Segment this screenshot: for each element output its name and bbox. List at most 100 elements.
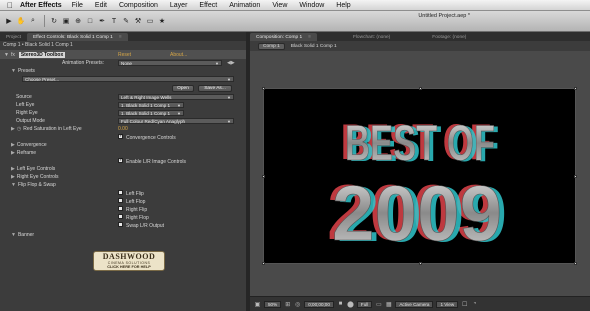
tab-effect-controls-label: Effect Controls: Black Solid 1 Comp 1 bbox=[32, 34, 113, 40]
swap-lr-checkbox[interactable] bbox=[118, 221, 123, 227]
resolution-dropdown[interactable]: Full bbox=[356, 300, 373, 308]
right-eye-controls-row[interactable]: ▶ Right Eye Controls bbox=[0, 173, 246, 181]
type-tool-icon[interactable]: T bbox=[109, 16, 119, 26]
fast-previews-icon[interactable]: ◔ bbox=[471, 301, 478, 308]
transform-handle[interactable] bbox=[262, 87, 265, 90]
comp-button[interactable]: Comp 1 bbox=[258, 42, 285, 50]
tab-footage[interactable]: Footage: (none) bbox=[426, 33, 472, 41]
transform-handle[interactable] bbox=[262, 262, 265, 265]
animation-presets-dropdown[interactable]: None ▼ bbox=[118, 60, 222, 66]
eraser-tool-icon[interactable]: ▭ bbox=[145, 16, 155, 26]
choose-preset-dropdown[interactable]: Choose Preset... ▼ bbox=[22, 76, 234, 82]
dashwood-logo-button[interactable]: DASHWOOD CINEMA SOLUTIONS CLICK HERE FOR… bbox=[93, 251, 165, 271]
zoom-tool-icon[interactable]: ⌕ bbox=[28, 16, 38, 26]
right-flop-checkbox[interactable] bbox=[118, 213, 123, 219]
transform-handle[interactable] bbox=[262, 175, 265, 178]
camera-icon[interactable]: ■ bbox=[337, 301, 344, 308]
output-mode-dropdown[interactable]: Full Colour Red/Cyan Anaglyph ▼ bbox=[118, 118, 234, 124]
composition-viewer[interactable]: BEST OF BEST OF BEST OF 2009 2009 2009 bbox=[262, 87, 577, 265]
transparency-grid-icon[interactable]: ▦ bbox=[385, 301, 392, 308]
convergence-group-row[interactable]: ▶ Convergence bbox=[0, 141, 246, 149]
snapshot-icon[interactable]: ◎ bbox=[294, 301, 301, 308]
rotate-tool-icon[interactable]: ↻ bbox=[49, 16, 59, 26]
close-icon[interactable]: ≡ bbox=[119, 35, 122, 40]
right-eye-dropdown[interactable]: 1. Black Solid 1 Comp 1 ▼ bbox=[118, 110, 184, 116]
pan-behind-tool-icon[interactable]: ⊕ bbox=[73, 16, 83, 26]
chevron-right-icon[interactable]: ▶ bbox=[11, 166, 15, 172]
menu-app-name[interactable]: After Effects bbox=[20, 2, 62, 9]
right-flip-label: Right Flip bbox=[126, 206, 148, 213]
chevron-right-icon[interactable]: ▶ bbox=[11, 142, 15, 148]
channel-icon[interactable]: ⬤ bbox=[347, 301, 354, 308]
always-preview-icon[interactable]: ▣ bbox=[254, 301, 261, 308]
menu-animation[interactable]: Animation bbox=[229, 2, 260, 9]
clone-stamp-tool-icon[interactable]: ⚒ bbox=[133, 16, 143, 26]
menu-help[interactable]: Help bbox=[336, 2, 350, 9]
timecode[interactable]: 0;00;00;00 bbox=[304, 300, 334, 308]
brush-tool-icon[interactable]: ✎ bbox=[121, 16, 131, 26]
preset-nav-icon[interactable]: ◀▶ bbox=[227, 60, 235, 66]
menu-file[interactable]: File bbox=[72, 2, 83, 9]
left-eye-dropdown[interactable]: 1. Black Solid 1 Comp 1 ▼ bbox=[118, 102, 184, 108]
enable-lr-label: Enable L/R Image Controls bbox=[126, 158, 187, 165]
rectangle-tool-icon[interactable]: □ bbox=[85, 16, 95, 26]
zoom-dropdown[interactable]: 50% bbox=[264, 300, 282, 308]
camera-dropdown[interactable]: Active Camera bbox=[395, 300, 434, 308]
menu-window[interactable]: Window bbox=[299, 2, 324, 9]
tab-project[interactable]: Project bbox=[0, 33, 27, 41]
menu-edit[interactable]: Edit bbox=[95, 2, 107, 9]
transform-handle[interactable] bbox=[419, 262, 422, 265]
left-flop-checkbox[interactable] bbox=[118, 197, 123, 203]
animation-presets-value: None bbox=[121, 60, 132, 66]
right-eye-label: Right Eye bbox=[16, 110, 38, 116]
red-saturation-value[interactable]: 0.00 bbox=[118, 126, 128, 132]
puppet-tool-icon[interactable]: ★ bbox=[157, 16, 167, 26]
stopwatch-icon[interactable]: ◷ bbox=[17, 126, 21, 132]
convergence-controls-checkbox[interactable] bbox=[118, 133, 123, 139]
chevron-down-icon[interactable]: ▼ bbox=[11, 232, 16, 238]
layer-name[interactable]: Black Solid 1 Comp 1 bbox=[291, 44, 337, 49]
chevron-down-icon[interactable]: ▼ bbox=[4, 52, 9, 58]
menu-layer[interactable]: Layer bbox=[170, 2, 188, 9]
enable-lr-checkbox[interactable] bbox=[118, 157, 123, 163]
apple-icon[interactable]:  bbox=[0, 1, 20, 10]
chevron-down-icon[interactable]: ▼ bbox=[11, 68, 16, 74]
safe-zones-icon[interactable]: ⊞ bbox=[284, 301, 291, 308]
logo-name: DASHWOOD bbox=[102, 252, 156, 261]
menu-composition[interactable]: Composition bbox=[119, 2, 158, 9]
menu-view[interactable]: View bbox=[272, 2, 287, 9]
pen-tool-icon[interactable]: ✒ bbox=[97, 16, 107, 26]
fx-icon[interactable]: fx bbox=[11, 52, 15, 58]
flip-flop-row[interactable]: ▼ Flip Flop & Swap bbox=[0, 181, 246, 189]
banner-row[interactable]: ▼ Banner bbox=[0, 231, 246, 239]
chevron-right-icon[interactable]: ▶ bbox=[11, 126, 15, 132]
transform-handle[interactable] bbox=[574, 262, 577, 265]
tab-flowchart[interactable]: Flowchart: (none) bbox=[347, 33, 396, 41]
right-flip-checkbox[interactable] bbox=[118, 205, 123, 211]
reset-link[interactable]: Reset bbox=[118, 52, 131, 58]
chevron-right-icon[interactable]: ▶ bbox=[11, 174, 15, 180]
pixel-aspect-icon[interactable]: ☐ bbox=[461, 301, 468, 308]
close-icon[interactable]: ≡ bbox=[308, 35, 311, 40]
chevron-down-icon[interactable]: ▼ bbox=[11, 182, 16, 188]
transform-handle[interactable] bbox=[574, 175, 577, 178]
save-as-button[interactable]: Save As... bbox=[198, 84, 232, 92]
open-button[interactable]: Open bbox=[172, 84, 194, 92]
tab-effect-controls[interactable]: Effect Controls: Black Solid 1 Comp 1 ≡ bbox=[26, 33, 128, 41]
transform-handle[interactable] bbox=[419, 87, 422, 90]
chevron-right-icon[interactable]: ▶ bbox=[11, 150, 15, 156]
about-link[interactable]: About... bbox=[170, 52, 187, 58]
tab-composition[interactable]: Composition: Comp 1 ≡ bbox=[250, 33, 317, 41]
effect-header[interactable]: ▼ fx Stereo3D Toolbox Reset About... bbox=[0, 50, 246, 59]
transform-handle[interactable] bbox=[574, 87, 577, 90]
flip-flop-label: Flip Flop & Swap bbox=[17, 182, 56, 188]
selection-tool-icon[interactable]: ▶ bbox=[4, 16, 14, 26]
hand-tool-icon[interactable]: ✋ bbox=[16, 16, 26, 26]
region-of-interest-icon[interactable]: ▭ bbox=[375, 301, 382, 308]
menu-effect[interactable]: Effect bbox=[199, 2, 217, 9]
left-eye-controls-row[interactable]: ▶ Left Eye Controls bbox=[0, 165, 246, 173]
view-layout-dropdown[interactable]: 1 View bbox=[436, 300, 459, 308]
source-dropdown[interactable]: Left & Right Image Wells ▼ bbox=[118, 94, 234, 100]
left-flip-checkbox[interactable] bbox=[118, 189, 123, 195]
camera-tool-icon[interactable]: ▣ bbox=[61, 16, 71, 26]
